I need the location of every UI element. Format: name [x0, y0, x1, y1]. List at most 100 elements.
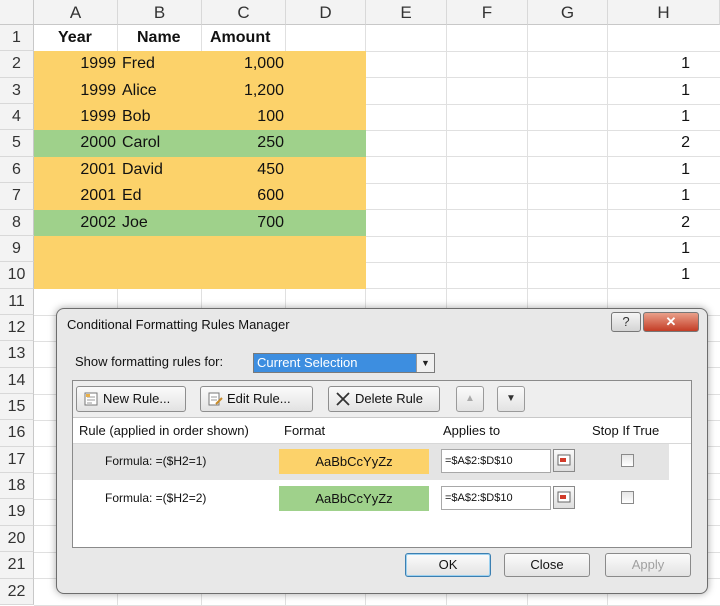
cell-amount[interactable]: 250 — [204, 130, 284, 156]
row-header-8[interactable]: 8 — [0, 209, 34, 236]
row-header-16[interactable]: 16 — [0, 420, 34, 447]
header-amount[interactable]: Amount — [210, 25, 290, 51]
cell-h[interactable]: 1 — [610, 51, 690, 77]
select-all-corner[interactable] — [0, 0, 34, 25]
row-header-6[interactable]: 6 — [0, 156, 34, 184]
cell-h[interactable]: 1 — [610, 104, 690, 130]
row-header-20[interactable]: 20 — [0, 525, 34, 553]
column-header-rule: Rule (applied in order shown) — [79, 423, 249, 438]
edit-rule-button[interactable]: Edit Rule... — [200, 386, 313, 412]
cell-h[interactable]: 1 — [610, 183, 690, 209]
row-header-11[interactable]: 11 — [0, 288, 34, 315]
row-header-4[interactable]: 4 — [0, 104, 34, 131]
chevron-down-icon[interactable]: ▼ — [416, 354, 434, 372]
cell-h[interactable]: 2 — [610, 210, 690, 236]
new-rule-button[interactable]: New Rule... — [76, 386, 186, 412]
row-header-14[interactable]: 14 — [0, 367, 34, 395]
rule-row-1[interactable]: Formula: =($H2=1) AaBbCcYyZz =$A$2:$D$10 — [73, 444, 669, 480]
header-year[interactable]: Year — [58, 25, 118, 51]
cell-year[interactable]: 1999 — [36, 51, 116, 77]
row-header-2[interactable]: 2 — [0, 51, 34, 78]
row-header-5[interactable]: 5 — [0, 130, 34, 157]
cell-year[interactable]: 1999 — [36, 104, 116, 130]
applies-to-input[interactable]: =$A$2:$D$10 — [441, 486, 551, 510]
cell-h[interactable]: 1 — [610, 262, 690, 288]
cell-year[interactable]: 2001 — [36, 157, 116, 183]
row-header-21[interactable]: 21 — [0, 552, 34, 579]
rule-formula: Formula: =($H2=2) — [105, 491, 207, 505]
close-icon[interactable]: ✕ — [643, 312, 699, 332]
formatted-row-fill — [34, 235, 366, 263]
row-header-18[interactable]: 18 — [0, 473, 34, 500]
row-header-13[interactable]: 13 — [0, 341, 34, 368]
cell-name[interactable]: Carol — [122, 130, 200, 156]
row-header-19[interactable]: 19 — [0, 499, 34, 526]
row-header-15[interactable]: 15 — [0, 394, 34, 421]
cell-amount[interactable]: 1,200 — [204, 78, 284, 104]
stop-if-true-checkbox[interactable] — [621, 491, 634, 504]
rules-toolbar: New Rule... Edit Rule... Delete Rule ▲ ▼ — [73, 381, 691, 418]
dialog-title: Conditional Formatting Rules Manager — [67, 317, 290, 332]
cell-h[interactable]: 1 — [610, 78, 690, 104]
rule-row-2[interactable]: Formula: =($H2=2) AaBbCcYyZz =$A$2:$D$10 — [73, 481, 669, 517]
cell-h[interactable]: 2 — [610, 130, 690, 156]
rule-formula: Formula: =($H2=1) — [105, 454, 207, 468]
cell-amount[interactable]: 1,000 — [204, 51, 284, 77]
delete-rule-label: Delete Rule — [355, 391, 423, 406]
cell-name[interactable]: Alice — [122, 78, 200, 104]
move-up-icon[interactable]: ▲ — [456, 386, 484, 412]
cell-amount[interactable]: 100 — [204, 104, 284, 130]
close-button[interactable]: Close — [504, 553, 590, 577]
new-rule-label: New Rule... — [103, 391, 171, 406]
column-header-applies: Applies to — [443, 423, 501, 438]
column-header-b[interactable]: B — [118, 0, 202, 25]
cell-name[interactable]: Fred — [122, 51, 200, 77]
cell-h[interactable]: 1 — [610, 236, 690, 262]
format-preview-orange: AaBbCcYyZz — [279, 449, 429, 474]
range-select-icon[interactable] — [553, 486, 575, 509]
column-header-c[interactable]: C — [202, 0, 286, 25]
column-header-e[interactable]: E — [366, 0, 447, 25]
help-button[interactable]: ? — [611, 312, 641, 332]
column-header-h[interactable]: H — [608, 0, 720, 25]
cell-h[interactable]: 1 — [610, 157, 690, 183]
row-header-12[interactable]: 12 — [0, 314, 34, 342]
column-header-f[interactable]: F — [447, 0, 528, 25]
cell-year[interactable]: 2002 — [36, 210, 116, 236]
show-rules-label: Show formatting rules for: — [75, 354, 224, 369]
cell-amount[interactable]: 450 — [204, 157, 284, 183]
formatted-row-fill — [34, 262, 366, 289]
row-header-3[interactable]: 3 — [0, 77, 34, 105]
cell-year[interactable]: 2001 — [36, 183, 116, 209]
delete-rule-button[interactable]: Delete Rule — [328, 386, 440, 412]
row-header-10[interactable]: 10 — [0, 262, 34, 289]
stop-if-true-checkbox[interactable] — [621, 454, 634, 467]
row-header-1[interactable]: 1 — [0, 25, 34, 52]
cell-name[interactable]: Joe — [122, 210, 200, 236]
row-header-9[interactable]: 9 — [0, 235, 34, 263]
apply-button[interactable]: Apply — [605, 553, 691, 577]
move-down-icon[interactable]: ▼ — [497, 386, 525, 412]
cell-name[interactable]: David — [122, 157, 200, 183]
column-header-a[interactable]: A — [34, 0, 118, 25]
row-header-22[interactable]: 22 — [0, 578, 34, 605]
delete-icon — [336, 392, 350, 406]
new-rule-icon — [84, 392, 98, 406]
header-name[interactable]: Name — [137, 25, 207, 51]
applies-to-input[interactable]: =$A$2:$D$10 — [441, 449, 551, 473]
ok-button[interactable]: OK — [405, 553, 491, 577]
conditional-formatting-dialog: Conditional Formatting Rules Manager ? ✕… — [56, 308, 708, 594]
cell-year[interactable]: 1999 — [36, 78, 116, 104]
range-select-icon[interactable] — [553, 449, 575, 472]
row-header-7[interactable]: 7 — [0, 183, 34, 210]
cell-year[interactable]: 2000 — [36, 130, 116, 156]
row-header-17[interactable]: 17 — [0, 446, 34, 474]
cell-name[interactable]: Ed — [122, 183, 200, 209]
column-header-g[interactable]: G — [528, 0, 608, 25]
rules-panel: New Rule... Edit Rule... Delete Rule ▲ ▼… — [72, 380, 692, 548]
show-rules-select[interactable]: Current Selection ▼ — [253, 353, 435, 373]
cell-name[interactable]: Bob — [122, 104, 200, 130]
column-header-d[interactable]: D — [286, 0, 366, 25]
cell-amount[interactable]: 600 — [204, 183, 284, 209]
cell-amount[interactable]: 700 — [204, 210, 284, 236]
